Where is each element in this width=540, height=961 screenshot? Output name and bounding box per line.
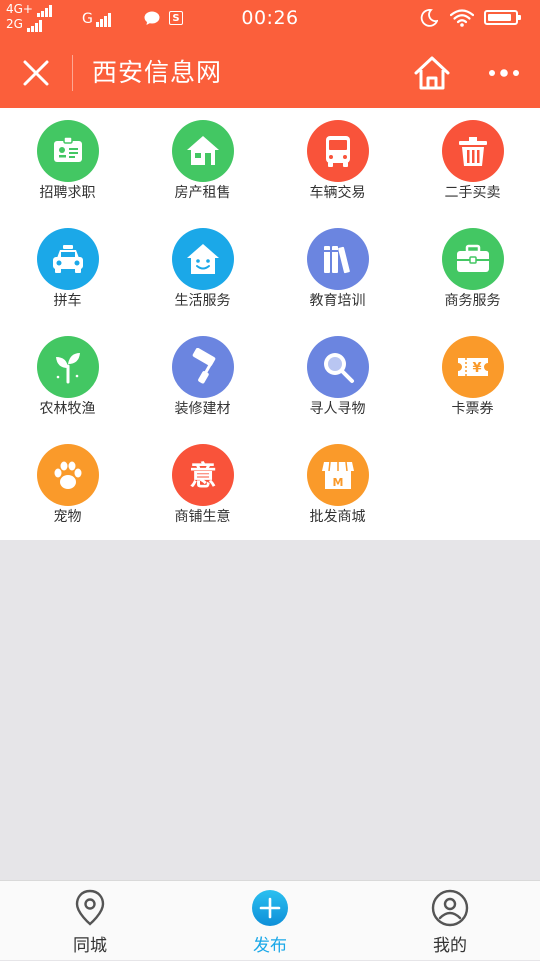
category-business-services[interactable]: 商务服务 bbox=[405, 216, 540, 324]
category-label: 房产租售 bbox=[174, 185, 231, 201]
category-second-hand[interactable]: 二手买卖 bbox=[405, 108, 540, 216]
category-label: 教育培训 bbox=[309, 293, 366, 309]
category-decoration[interactable]: 装修建材 bbox=[135, 324, 270, 432]
ticket-icon: ¥ bbox=[442, 336, 504, 398]
category-agriculture[interactable]: 农林牧渔 bbox=[0, 324, 135, 432]
battery-level bbox=[488, 14, 511, 21]
location-pin-icon bbox=[75, 889, 105, 926]
tab-label: 同城 bbox=[73, 936, 107, 956]
plus-circle-icon bbox=[252, 890, 288, 926]
category-label: 装修建材 bbox=[174, 401, 231, 417]
house-icon bbox=[172, 120, 234, 182]
paw-icon bbox=[37, 444, 99, 506]
briefcase-icon bbox=[442, 228, 504, 290]
tab-local[interactable]: 同城 bbox=[0, 881, 180, 961]
tab-publish[interactable]: 发布 bbox=[180, 881, 360, 961]
category-recruitment[interactable]: 招聘求职 bbox=[0, 108, 135, 216]
category-label: 卡票券 bbox=[451, 401, 494, 417]
category-lost-found[interactable]: 寻人寻物 bbox=[270, 324, 405, 432]
nav-divider bbox=[72, 55, 73, 91]
bottom-tab-bar: 同城 发布 我的 bbox=[0, 880, 540, 960]
id-card-icon bbox=[37, 120, 99, 182]
page-title: 西安信息网 bbox=[92, 58, 223, 87]
status-bar-right bbox=[420, 8, 530, 30]
category-life-services[interactable]: 生活服务 bbox=[135, 216, 270, 324]
bus-icon bbox=[307, 120, 369, 182]
user-circle-icon bbox=[431, 889, 469, 927]
category-education[interactable]: 教育培训 bbox=[270, 216, 405, 324]
tab-mine[interactable]: 我的 bbox=[360, 881, 540, 961]
category-label: 商务服务 bbox=[444, 293, 501, 309]
tab-label: 发布 bbox=[253, 936, 287, 956]
category-label: 二手买卖 bbox=[444, 185, 501, 201]
category-label: 农林牧渔 bbox=[39, 401, 96, 417]
smiling-house-icon bbox=[172, 228, 234, 290]
books-icon bbox=[307, 228, 369, 290]
trash-bin-icon bbox=[442, 120, 504, 182]
ticket-yen-symbol: ¥ bbox=[472, 361, 481, 376]
shop-m-letter: M bbox=[333, 476, 344, 489]
paint-roller-icon bbox=[172, 336, 234, 398]
yi-character-icon: 意 bbox=[172, 444, 234, 506]
category-label: 生活服务 bbox=[174, 293, 231, 309]
category-pets[interactable]: 宠物 bbox=[0, 432, 135, 540]
status-bar: 4G+ 2G G S 00:26 bbox=[0, 0, 540, 38]
category-label: 拼车 bbox=[53, 293, 82, 309]
category-tickets[interactable]: ¥ 卡票券 bbox=[405, 324, 540, 432]
category-vehicles[interactable]: 车辆交易 bbox=[270, 108, 405, 216]
taxi-icon bbox=[37, 228, 99, 290]
category-shops[interactable]: 意 商铺生意 bbox=[135, 432, 270, 540]
battery-icon bbox=[484, 10, 521, 25]
magnifier-icon bbox=[307, 336, 369, 398]
category-label: 宠物 bbox=[53, 509, 82, 525]
category-grid: 招聘求职 房产租售 车辆交易 二手买卖 拼车 生活服务 教育培训 商务服务 农林… bbox=[0, 108, 540, 540]
category-label: 寻人寻物 bbox=[309, 401, 366, 417]
category-label: 车辆交易 bbox=[309, 185, 366, 201]
home-icon[interactable] bbox=[412, 54, 452, 92]
moon-icon bbox=[420, 9, 438, 27]
close-icon[interactable] bbox=[18, 55, 54, 91]
category-label: 招聘求职 bbox=[39, 185, 96, 201]
sprout-icon bbox=[37, 336, 99, 398]
shop-icon: M bbox=[307, 444, 369, 506]
more-options-icon[interactable] bbox=[486, 62, 522, 84]
category-label: 批发商城 bbox=[309, 509, 366, 525]
yi-character: 意 bbox=[190, 460, 217, 492]
category-wholesale[interactable]: M 批发商城 bbox=[270, 432, 405, 540]
category-carpool[interactable]: 拼车 bbox=[0, 216, 135, 324]
nav-bar: 西安信息网 bbox=[0, 38, 540, 108]
category-label: 商铺生意 bbox=[174, 509, 231, 525]
tab-label: 我的 bbox=[433, 936, 467, 956]
category-real-estate[interactable]: 房产租售 bbox=[135, 108, 270, 216]
wifi-icon bbox=[450, 9, 474, 27]
